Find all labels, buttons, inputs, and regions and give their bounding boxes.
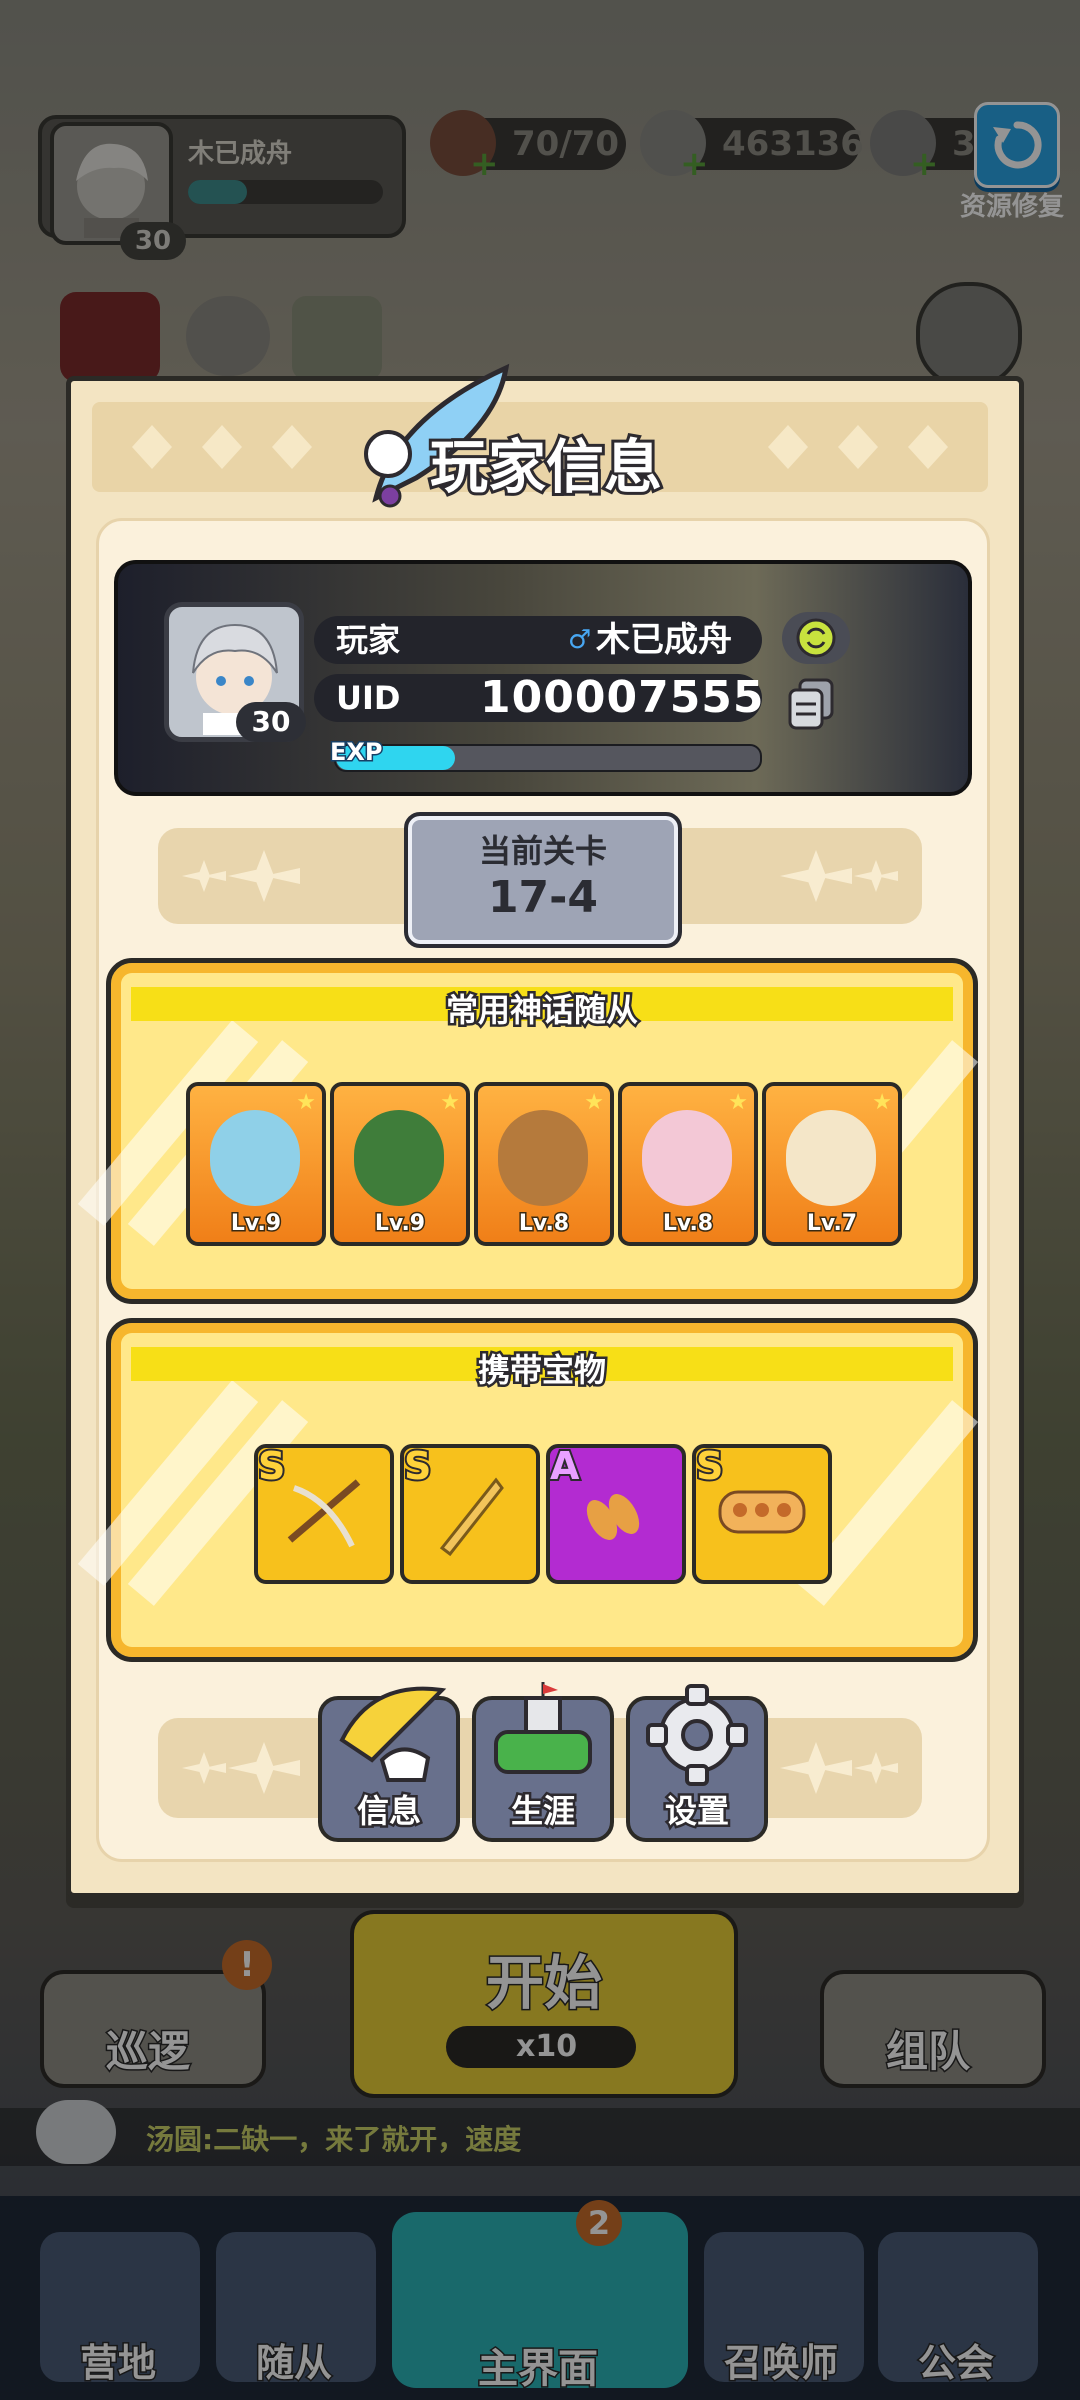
profile-player-name: 木已成舟 (596, 620, 732, 660)
refresh-profile-button[interactable] (782, 612, 850, 664)
lucky-cat-hero-icon (786, 1110, 876, 1206)
general-hero-icon (354, 1110, 444, 1206)
carried-treasures-section: 携带宝物 (77, 1318, 979, 1662)
tab-info[interactable]: 信息 (318, 1686, 460, 1842)
uid-label: UID (336, 679, 401, 717)
castle-icon (494, 1682, 592, 1774)
hero-level: Lv.9 (373, 1210, 426, 1238)
star-icon: ★ (728, 1090, 748, 1115)
dialog-title: 玩家信息 (427, 430, 665, 504)
copy-icon (788, 678, 834, 730)
sync-icon (796, 618, 836, 658)
treasure-slot[interactable]: S (254, 1442, 394, 1584)
current-stage-label: 当前关卡 (478, 832, 607, 870)
star-icon: ★ (584, 1090, 604, 1115)
golden-dagger-icon (439, 1477, 504, 1557)
uid-value: 100007555 (480, 672, 765, 723)
favorite-heroes-title: 常用神话随从 (443, 989, 640, 1032)
hero-card[interactable]: ★ Lv.9 (330, 1082, 470, 1246)
treasure-grade: S (256, 1442, 287, 1490)
tab-settings[interactable]: 设置 (626, 1684, 768, 1842)
knuckles-icon (718, 1490, 806, 1534)
treasure-slot[interactable]: S (400, 1442, 540, 1584)
hero-level: Lv.8 (517, 1210, 570, 1238)
tab-career-label: 生涯 (508, 1790, 577, 1833)
star-icon: ★ (440, 1090, 460, 1115)
treasure-grade: S (694, 1442, 725, 1490)
claws-icon (586, 1494, 640, 1540)
crossbow-icon (287, 1479, 361, 1548)
monkey-king-hero-icon (498, 1110, 588, 1206)
tab-settings-label: 设置 (662, 1790, 731, 1833)
hero-level: Lv.9 (229, 1210, 282, 1238)
star-icon: ★ (296, 1090, 316, 1115)
treasure-grade: A (548, 1442, 581, 1490)
quill-hand-icon (339, 1686, 447, 1782)
tab-info-label: 信息 (354, 1790, 423, 1833)
copy-uid-button[interactable] (786, 676, 838, 732)
fox-girl-hero-icon (642, 1110, 732, 1206)
star-icon: ★ (872, 1090, 892, 1115)
hero-card[interactable]: ★ Lv.9 (186, 1082, 326, 1246)
current-stage-value: 17-4 (487, 872, 599, 923)
gender-male-icon: ♂ (568, 625, 592, 655)
hero-card[interactable]: ★ Lv.7 (762, 1082, 902, 1246)
tab-career[interactable]: 生涯 (472, 1682, 614, 1842)
uid-row: UID 100007555 (314, 672, 765, 723)
carried-treasures-title: 携带宝物 (475, 1349, 608, 1392)
player-name-row: 玩家 ♂ 木已成舟 (314, 616, 762, 664)
profile-level-badge: 30 (236, 702, 306, 742)
treasure-slot[interactable]: A (546, 1442, 686, 1584)
hero-card[interactable]: ★ Lv.8 (618, 1082, 758, 1246)
hero-level: Lv.7 (805, 1210, 858, 1238)
exp-label: EXP (329, 737, 384, 768)
profile-exp-bar (334, 744, 762, 772)
ufo-hero-icon (210, 1110, 300, 1206)
hero-card[interactable]: ★ Lv.8 (474, 1082, 614, 1246)
gear-icon (646, 1684, 748, 1786)
treasure-grade: S (402, 1442, 433, 1490)
hero-level: Lv.8 (661, 1210, 714, 1238)
player-label: 玩家 (336, 621, 401, 659)
treasure-slot[interactable]: S (692, 1442, 832, 1584)
